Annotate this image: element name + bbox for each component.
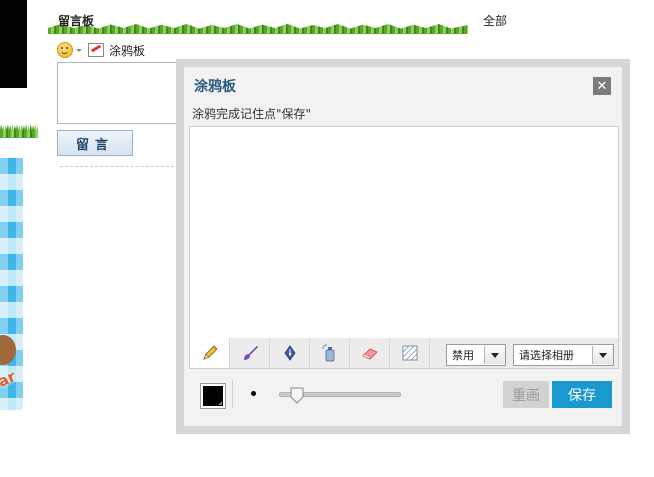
pencil-tool[interactable] [190,338,230,368]
reset-button[interactable]: 重画 [503,381,549,408]
chevron-down-icon [592,346,613,364]
hatch-fill-icon [402,345,417,361]
dialog-hint: 涂鸦完成记住点"保存" [192,107,312,121]
divider [60,166,184,167]
spray-tool[interactable] [310,338,350,368]
guestbook-title: 留言板 [58,14,95,28]
post-message-button[interactable]: 留言 [57,130,133,156]
mode-select-value: 禁用 [452,349,474,362]
close-button[interactable]: ✕ [593,77,611,95]
spray-can-icon [321,344,334,362]
emoji-icon[interactable] [57,42,73,58]
album-select[interactable]: 请选择相册 [513,344,614,366]
dialog-title: 涂鸦板 [194,79,236,95]
left-black-panel [0,0,27,88]
grass-divider-left [0,124,38,138]
pen-nib-icon [284,345,295,361]
pencil-icon [202,345,218,360]
eraser-tool[interactable] [350,338,390,368]
all-link[interactable]: 全部 [483,12,507,29]
graffiti-icon[interactable] [88,43,104,57]
slider-thumb[interactable] [290,386,304,404]
brush-size-preview [251,391,256,396]
divider [232,380,233,408]
pen-tool[interactable] [270,338,310,368]
grass-divider-top [48,24,468,34]
texture-tool[interactable] [390,338,430,368]
album-select-value: 请选择相册 [519,349,574,362]
color-picker-corner-icon [218,401,222,405]
chevron-down-icon [484,346,505,364]
mode-select[interactable]: 禁用 [446,344,506,366]
brush-icon [243,346,258,360]
graffiti-link[interactable]: 涂鸦板 [109,42,145,59]
save-button[interactable]: 保存 [552,381,612,408]
guestbook-toolbar: 涂鸦板 [57,42,145,58]
chevron-down-icon[interactable] [76,48,82,52]
drawing-canvas[interactable] [189,126,619,340]
brush-tool[interactable] [230,338,270,368]
eraser-icon [361,348,378,360]
